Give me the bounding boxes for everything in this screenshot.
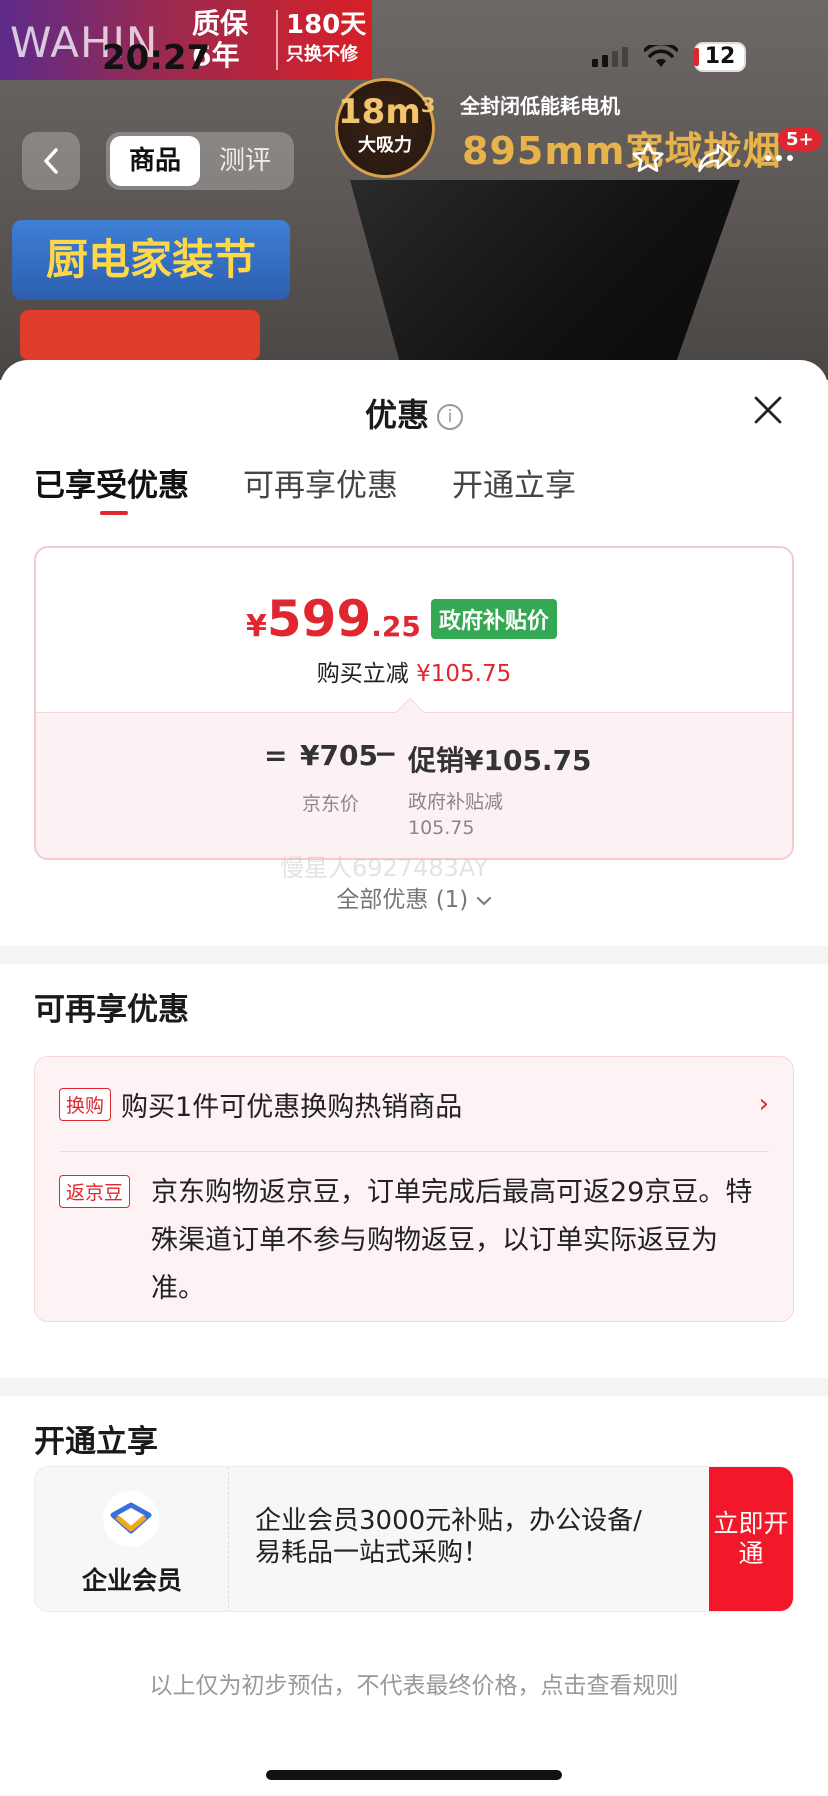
battery-indicator: 12 [694,42,746,72]
tab-activate-discounts[interactable]: 开通立享 [452,460,576,505]
tab-review[interactable]: 测评 [200,136,290,186]
wifi-icon [644,45,678,67]
home-indicator[interactable] [266,1770,562,1780]
chevron-left-icon [44,148,58,174]
message-badge: 5+ [778,128,822,151]
status-time: 20:27 [102,38,211,78]
trade-in-offer[interactable]: 换购 购买1件可优惠换购热销商品 › [59,1079,769,1129]
jd-price-value: ¥705 [300,739,378,772]
festival-sub-banner [20,310,260,360]
chevron-right-icon: › [758,1089,769,1119]
tab-product[interactable]: 商品 [110,136,200,186]
suction-label: 大吸力 [358,135,412,156]
festival-banner[interactable]: 厨电家装节 [12,220,290,300]
activate-member-button[interactable]: 立即开通 [709,1467,793,1611]
warranty-days-value: 180天 [286,10,367,40]
minus-sign: − [374,737,398,770]
price-decimal: .25 [371,610,421,643]
promo-value: 促销¥105.75 [408,744,592,777]
star-icon[interactable] [630,140,666,176]
price-card: ¥ 599 .25 政府补贴价 购买立减 ¥105.75 = ¥705 京东价 … [34,546,794,860]
warranty-days: 180天 只换不修 [276,10,366,70]
cellular-signal-icon [592,47,628,67]
more-icon[interactable] [764,153,794,163]
sheet-title-text: 优惠 [364,396,429,434]
price-summary: ¥ 599 .25 政府补贴价 购买立减 ¥105.75 [36,548,792,712]
jd-beans-offer: 返京豆 京东购物返京豆，订单完成后最高可返29京豆。特殊渠道订单不参与购物返豆，… [59,1169,769,1313]
close-icon[interactable] [752,394,784,426]
nav-actions [630,140,794,176]
more-discounts-title: 可再享优惠 [34,992,189,1028]
suction-badge: 18m³ 大吸力 [335,78,436,178]
tab-enjoyed-discounts[interactable]: 已享受优惠 [34,460,189,515]
suction-value: 18m³ [338,92,436,132]
price-integer: 599 [266,590,372,648]
member-description: 企业会员3000元补贴，办公设备/易耗品一站式采购！ [255,1506,642,1568]
watermark: 慢星人6927483AY [280,854,489,882]
info-icon[interactable]: i [437,404,463,430]
instant-discount: 购买立减 ¥105.75 [36,654,792,688]
trade-in-tag: 换购 [59,1087,112,1121]
slogan-motor: 全封闭低能耗电机 [460,94,620,118]
jd-beans-tag: 返京豆 [59,1175,131,1208]
trade-in-text: 购买1件可优惠换购热销商品 [121,1091,463,1123]
jd-beans-text: 京东购物返京豆，订单完成后最高可返29京豆。特殊渠道订单不参与购物返豆，以订单实… [151,1177,753,1304]
discount-sheet: 优惠 i 已享受优惠 可再享优惠 开通立享 ¥ 599 .25 政府补贴价 购买立… [0,360,828,1796]
section-divider [0,946,828,964]
currency-symbol: ¥ [246,609,267,644]
promo-label: 政府补贴减 105.75 [408,791,504,839]
jd-price-label: 京东价 [302,793,360,815]
sheet-title: 优惠 i [0,390,828,436]
discount-tabs: 已享受优惠 可再享优惠 开通立享 [34,460,576,515]
page-tabs: 商品 测评 [106,132,294,190]
warranty-days-sub: 只换不修 [286,44,358,65]
more-offers-card: 换购 购买1件可优惠换购热销商品 › 返京豆 京东购物返京豆，订单完成后最高可返… [34,1056,794,1322]
range-hood-image [350,180,740,380]
status-icons: 12 [592,42,746,72]
member-info: 企业会员 [35,1467,229,1611]
enterprise-member-card: 企业会员 企业会员3000元补贴，办公设备/易耗品一站式采购！ 立即开通 [34,1466,794,1612]
all-offers-link[interactable]: 全部优惠 (1) [0,880,828,914]
offer-divider [59,1151,769,1152]
instant-discount-amount: ¥105.75 [416,661,512,687]
activate-discounts-title: 开通立享 [34,1424,158,1460]
rules-note-link[interactable]: 以上仅为初步预估，不代表最终价格，点击查看规则 [0,1666,828,1700]
all-offers-label: 全部优惠 (1) [336,887,469,913]
member-name: 企业会员 [81,1566,182,1595]
enterprise-member-icon [103,1491,159,1547]
back-button[interactable] [22,132,80,190]
section-divider [0,1378,828,1396]
gov-subsidy-tag: 政府补贴价 [430,599,557,639]
tab-more-discounts[interactable]: 可再享优惠 [243,460,398,505]
equals-sign: = [264,739,288,772]
final-price: ¥ 599 .25 政府补贴价 [246,590,557,648]
price-breakdown: = ¥705 京东价 − 促销¥105.75 政府补贴减 105.75 [36,712,792,858]
chevron-down-icon [476,897,491,906]
instant-discount-label: 购买立减 [316,661,409,687]
share-icon[interactable] [696,141,734,175]
